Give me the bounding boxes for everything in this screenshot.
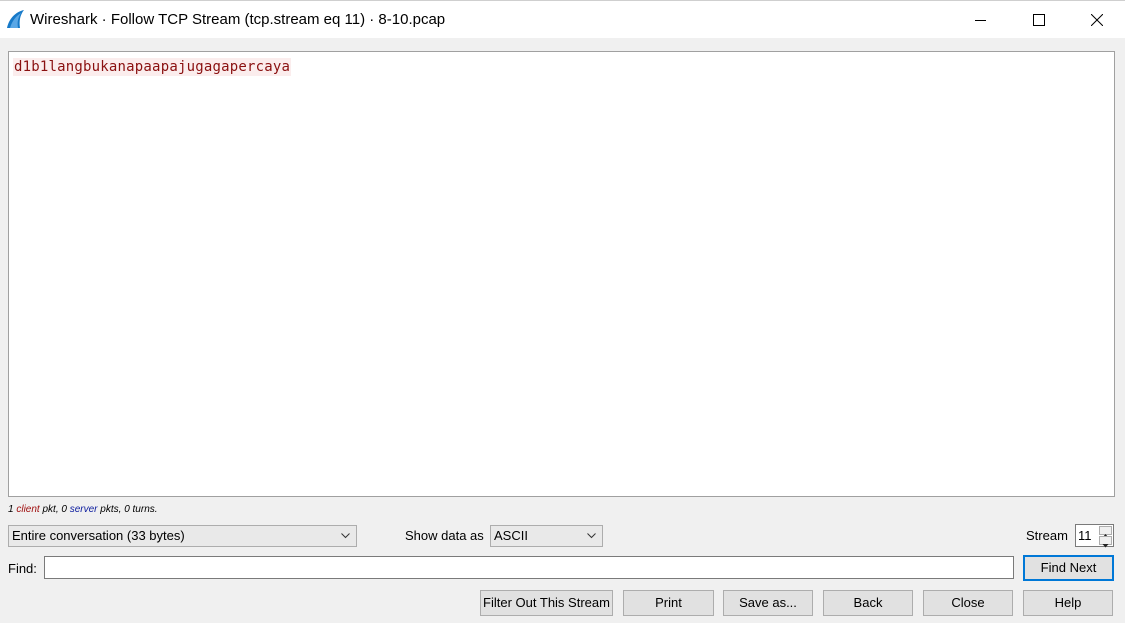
show-data-label: Show data as xyxy=(405,528,484,543)
find-next-button[interactable]: Find Next xyxy=(1023,555,1114,581)
chevron-down-icon xyxy=(341,533,350,539)
conversation-select[interactable]: Entire conversation (33 bytes) xyxy=(8,525,357,547)
close-window-button[interactable] xyxy=(1068,1,1125,38)
close-button[interactable]: Close xyxy=(923,590,1013,616)
filter-out-stream-button[interactable]: Filter Out This Stream xyxy=(480,590,613,616)
chevron-down-icon xyxy=(587,533,596,539)
stream-content-area[interactable]: d1b1langbukanapaapajugagapercaya xyxy=(8,51,1115,497)
window-title: Wireshark · Follow TCP Stream (tcp.strea… xyxy=(30,11,446,28)
stream-stats: 1 client pkt, 0 server pkts, 0 turns. xyxy=(8,504,158,515)
close-icon xyxy=(1091,13,1103,26)
chevron-down-icon xyxy=(1102,544,1109,548)
client-word: client xyxy=(16,504,40,515)
conversation-select-value: Entire conversation (33 bytes) xyxy=(12,528,185,543)
server-word: server xyxy=(69,504,98,515)
find-label: Find: xyxy=(8,561,37,576)
stats-tail: pkts, 0 turns. xyxy=(97,504,158,515)
stream-number-value: 11 xyxy=(1078,528,1092,543)
client-count: 1 xyxy=(8,504,14,515)
stream-label: Stream xyxy=(1026,528,1068,543)
help-button[interactable]: Help xyxy=(1023,590,1113,616)
minimize-icon xyxy=(975,19,986,21)
wireshark-fin-icon xyxy=(7,10,24,28)
find-input[interactable] xyxy=(44,556,1014,579)
show-data-select[interactable]: ASCII xyxy=(490,525,603,547)
print-button[interactable]: Print xyxy=(623,590,714,616)
spin-down-button[interactable] xyxy=(1099,536,1112,548)
back-button[interactable]: Back xyxy=(823,590,913,616)
stream-number-spinbox[interactable]: 11 xyxy=(1075,524,1114,548)
minimize-button[interactable] xyxy=(952,1,1010,38)
save-as-button[interactable]: Save as... xyxy=(723,590,813,616)
spin-up-button[interactable] xyxy=(1099,526,1112,538)
show-data-select-value: ASCII xyxy=(494,528,528,543)
stats-mid: pkt, 0 xyxy=(39,504,70,515)
client-stream-text[interactable]: d1b1langbukanapaapajugagapercaya xyxy=(13,58,292,76)
title-bar: Wireshark · Follow TCP Stream (tcp.strea… xyxy=(0,0,1125,38)
maximize-icon xyxy=(1033,13,1045,26)
maximize-button[interactable] xyxy=(1010,1,1068,38)
